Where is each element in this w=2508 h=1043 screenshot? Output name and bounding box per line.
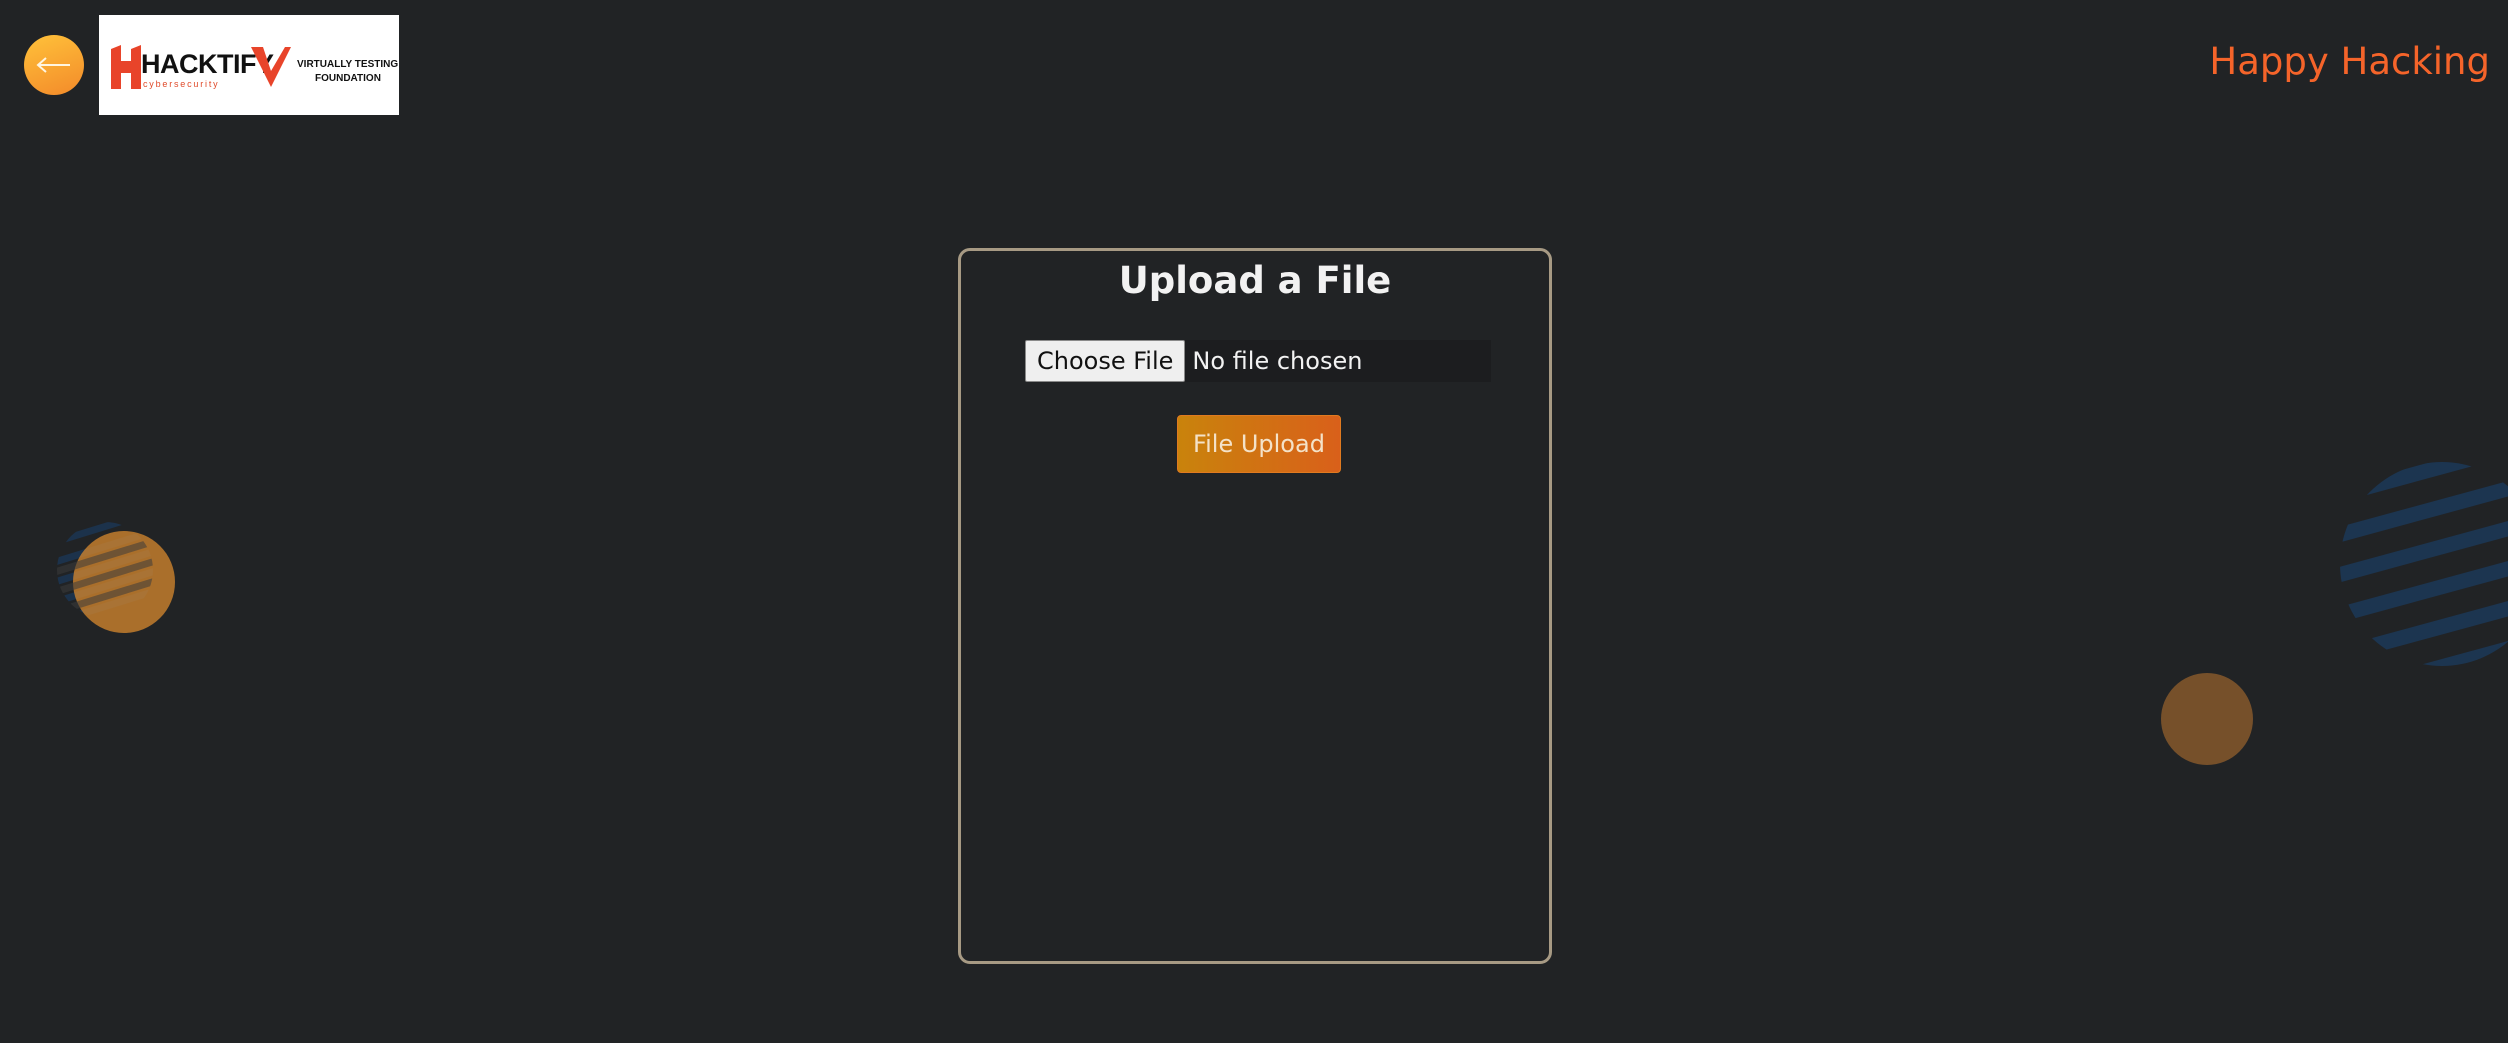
- file-upload-button[interactable]: File Upload: [1177, 415, 1341, 473]
- page: HACKTIFY cybersecurity VIRTUALLY TESTING…: [0, 0, 2508, 1043]
- hacktify-logo-icon: [111, 45, 141, 89]
- file-status-text: No file chosen: [1192, 347, 1363, 375]
- upload-title: Upload a File: [1118, 259, 1392, 302]
- back-button[interactable]: [24, 35, 84, 95]
- vtf-logo-icon: [251, 47, 291, 87]
- file-input[interactable]: Choose File No file chosen: [1025, 340, 1491, 382]
- header-tagline: Happy Hacking: [2209, 40, 2490, 83]
- arrow-left-icon: [36, 57, 70, 73]
- logo-brand-primary-sub: cybersecurity: [143, 79, 220, 89]
- decorative-orb-right: [2161, 673, 2253, 765]
- decorative-striped-orb-left: [57, 522, 175, 633]
- logo-brand-secondary-line2: FOUNDATION: [315, 73, 381, 84]
- logo-brand-secondary-line1: VIRTUALLY TESTING: [297, 59, 399, 70]
- upload-card: Upload a File Choose File No file chosen…: [958, 248, 1552, 964]
- brand-logo: HACKTIFY cybersecurity VIRTUALLY TESTING…: [99, 15, 399, 115]
- decorative-striped-orb-right: [2340, 462, 2508, 666]
- choose-file-button[interactable]: Choose File: [1025, 340, 1186, 382]
